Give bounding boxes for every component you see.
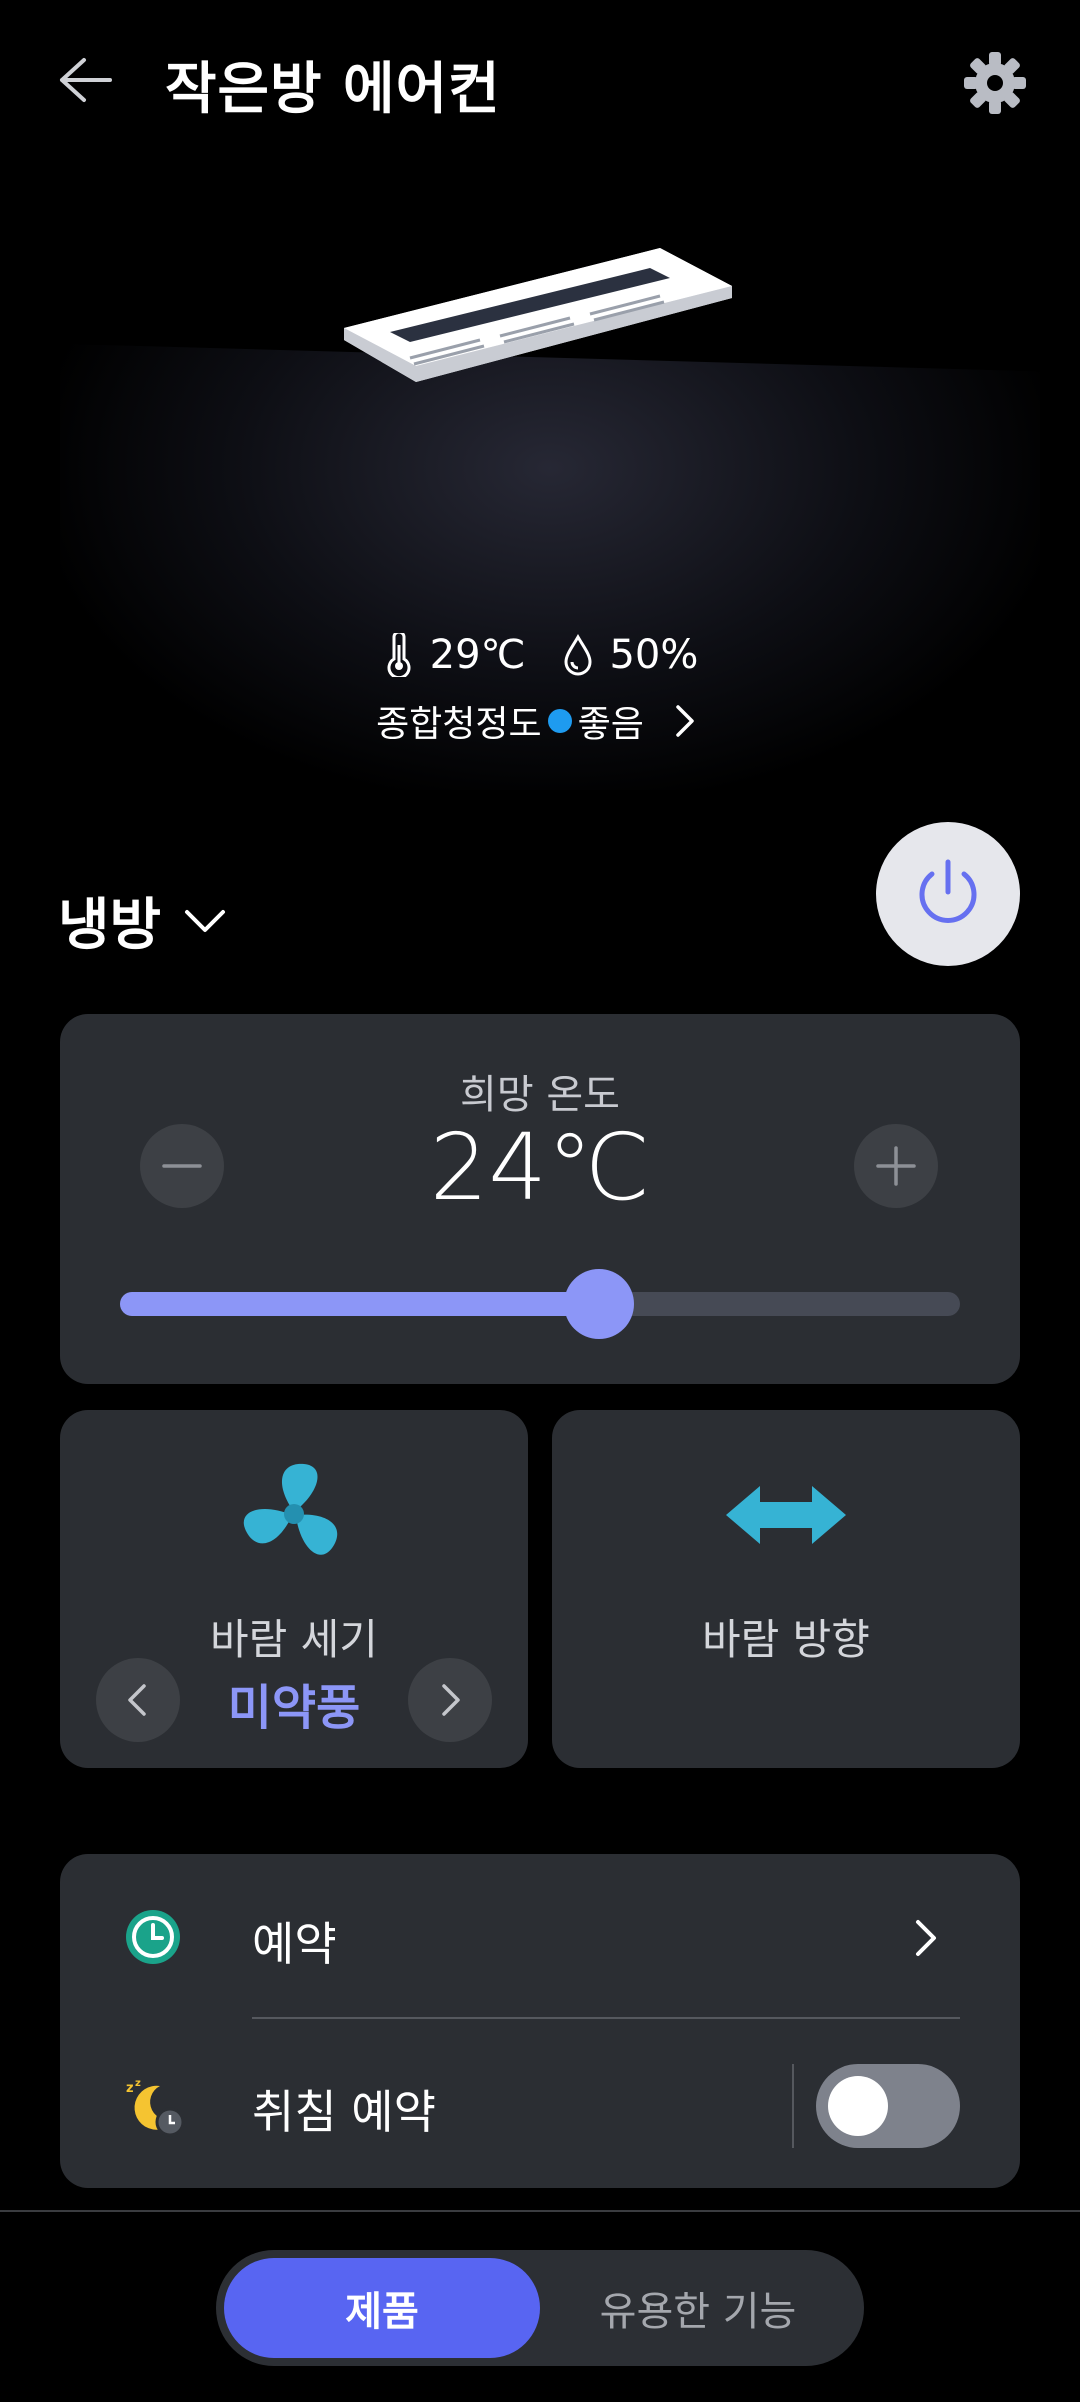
thermometer-icon: [387, 633, 411, 677]
list-divider: [252, 2017, 960, 2019]
back-arrow-icon[interactable]: [52, 52, 116, 108]
schedule-list-card: 예약 z z 취침 예약: [60, 1854, 1020, 2188]
temperature-slider-fill: [120, 1292, 599, 1316]
room-status: 29℃ 50%: [0, 625, 1080, 685]
chevron-right-icon: [676, 705, 694, 737]
settings-gear-icon[interactable]: [960, 48, 1030, 118]
fan-icon: [243, 1463, 338, 1555]
air-quality-label: 종합청정도: [376, 704, 542, 745]
vertical-divider: [792, 2064, 794, 2148]
svg-text:z: z: [126, 2081, 134, 2096]
target-temperature-card: 희망 온도 24℃: [60, 1014, 1020, 1384]
sleep-schedule-label: 취침 예약: [252, 2085, 436, 2139]
toggle-knob: [828, 2076, 888, 2136]
wind-direction-label: 바람 방향: [702, 1615, 870, 1664]
sleep-moon-icon: z z: [126, 2078, 185, 2137]
air-quality-value: 좋음: [577, 704, 644, 745]
temperature-slider[interactable]: [120, 1269, 960, 1339]
humidity-drop-icon: [564, 634, 592, 676]
plus-icon: [876, 1146, 916, 1186]
bottom-divider: [0, 2210, 1080, 2212]
tab-useful-features[interactable]: 유용한 기능: [540, 2258, 856, 2358]
air-conditioner-image: [344, 248, 732, 382]
wind-strength-next-button[interactable]: [408, 1658, 492, 1742]
wind-strength-previous-button[interactable]: [96, 1658, 180, 1742]
decrease-temperature-button[interactable]: [140, 1124, 224, 1208]
chevron-right-icon: [442, 1684, 460, 1716]
increase-temperature-button[interactable]: [854, 1124, 938, 1208]
wind-strength-card[interactable]: 바람 세기 미약풍: [60, 1410, 528, 1768]
chevron-left-icon: [128, 1684, 146, 1716]
wind-direction-card[interactable]: 바람 방향: [552, 1410, 1020, 1768]
schedule-label: 예약: [252, 1917, 337, 1971]
minus-icon: [162, 1164, 202, 1168]
air-quality-row[interactable]: 종합청정도 좋음: [0, 693, 1080, 749]
tab-product[interactable]: 제품: [224, 2258, 540, 2358]
page-title: 작은방 에어컨: [165, 57, 501, 122]
svg-text:z: z: [135, 2078, 141, 2089]
mode-selector[interactable]: 냉방: [58, 880, 227, 961]
left-right-arrow-icon: [726, 1486, 846, 1544]
bottom-tab-bar: 제품 유용한 기능: [216, 2250, 864, 2366]
air-quality-dot: [547, 709, 572, 733]
target-temperature-label: 희망 온도: [460, 1072, 620, 1118]
current-temperature: 29℃: [429, 632, 526, 678]
clock-icon: [126, 1910, 180, 1964]
mode-label: 냉방: [58, 893, 162, 958]
power-icon: [919, 859, 977, 923]
power-button[interactable]: [876, 822, 1020, 966]
schedule-row[interactable]: 예약: [60, 1854, 1020, 2018]
sleep-schedule-toggle[interactable]: [816, 2064, 960, 2148]
chevron-down-icon: [185, 909, 226, 932]
temperature-slider-thumb[interactable]: [563, 1269, 634, 1339]
chevron-right-icon: [916, 1920, 936, 1956]
current-humidity: 50%: [609, 632, 699, 678]
